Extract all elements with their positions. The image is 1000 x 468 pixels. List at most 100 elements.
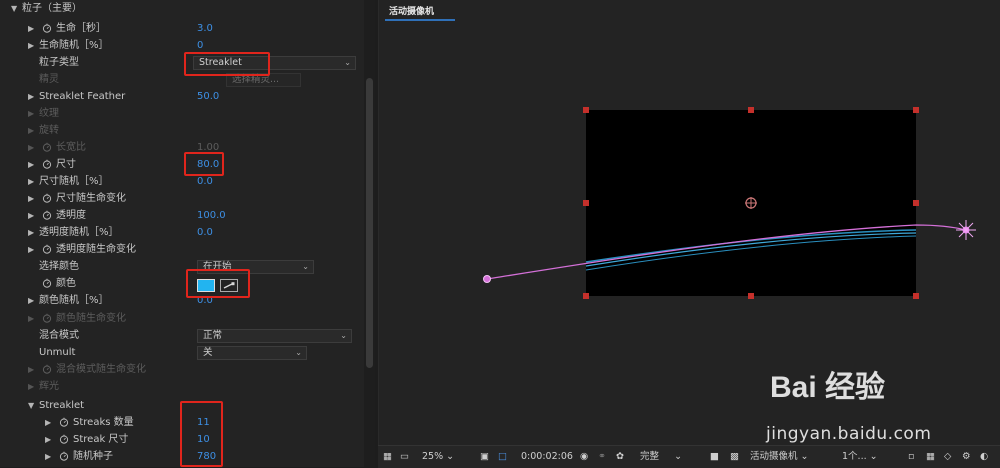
property-row[interactable]: ▶ 透明度 100.0 xyxy=(0,207,360,224)
property-value[interactable]: 0 xyxy=(197,37,203,54)
viewer-canvas[interactable] xyxy=(379,0,1000,445)
eyedropper-button[interactable] xyxy=(220,279,238,292)
stopwatch-icon[interactable] xyxy=(42,23,52,33)
stopwatch-icon[interactable] xyxy=(59,417,69,427)
stopwatch-icon[interactable] xyxy=(42,193,52,203)
property-row[interactable]: ▶ 混合模式随生命变化 xyxy=(0,361,360,378)
settings-icon[interactable]: ⚙ xyxy=(962,446,971,468)
expand-triangle-closed-icon[interactable]: ▶ xyxy=(28,241,34,258)
stopwatch-icon[interactable] xyxy=(42,210,52,220)
expand-triangle-closed-icon[interactable]: ▶ xyxy=(28,88,34,105)
region-of-interest-icon[interactable]: ■ xyxy=(710,446,719,468)
stopwatch-icon[interactable] xyxy=(42,244,52,254)
property-value[interactable]: 11 xyxy=(197,414,210,431)
property-row[interactable]: ▶ 尺寸 80.0 xyxy=(0,156,360,173)
resolution-dropdown[interactable]: 完整 ⌄ xyxy=(640,446,682,468)
property-row[interactable]: ▶ 旋转 xyxy=(0,122,360,139)
expand-triangle-closed-icon[interactable]: ▶ xyxy=(28,207,34,224)
property-value[interactable]: 10 xyxy=(197,431,210,448)
property-row[interactable]: ▶ 生命随机［%］ 0 xyxy=(0,37,360,54)
expand-triangle-closed-icon[interactable]: ▶ xyxy=(45,448,51,465)
timecode[interactable]: 0:00:02:06 xyxy=(521,446,573,468)
property-row[interactable]: ▶ 尺寸随机［%］ 0.0 xyxy=(0,173,360,190)
composition-viewer[interactable]: 活动摄像机 xyxy=(378,0,1000,445)
property-row[interactable]: ▶ Streak 尺寸 10 xyxy=(0,431,360,448)
scrollbar-thumb[interactable] xyxy=(366,78,373,368)
mask-visibility-icon[interactable]: □ xyxy=(498,446,507,468)
property-row[interactable]: 颜色 xyxy=(0,275,360,292)
property-row[interactable]: ▶ 生命［秒］ 3.0 xyxy=(0,20,360,37)
property-value[interactable]: 100.0 xyxy=(197,207,226,224)
expand-triangle-closed-icon[interactable]: ▶ xyxy=(28,105,34,122)
always-preview-icon[interactable]: ▦ xyxy=(383,446,392,468)
toggle-pixel-icon[interactable]: ▫ xyxy=(908,446,914,468)
emitter-star-icon[interactable] xyxy=(956,220,976,240)
expand-triangle-closed-icon[interactable]: ▶ xyxy=(45,414,51,431)
choose-sprite-button[interactable]: 选择精灵... xyxy=(226,73,301,87)
expand-triangle-closed-icon[interactable]: ▶ xyxy=(28,361,34,378)
property-row[interactable]: ▶ Streaks 数量 11 xyxy=(0,414,360,431)
property-row[interactable]: ▼ Streaklet xyxy=(0,397,360,414)
expand-triangle-closed-icon[interactable]: ▶ xyxy=(28,224,34,241)
property-value[interactable]: 0.0 xyxy=(197,173,213,190)
property-value[interactable]: 50.0 xyxy=(197,88,219,105)
camera-dropdown[interactable]: 活动摄像机 ⌄ xyxy=(750,446,809,468)
stopwatch-icon[interactable] xyxy=(42,159,52,169)
expand-triangle-closed-icon[interactable]: ▶ xyxy=(28,156,34,173)
3d-render-icon[interactable]: ◇ xyxy=(944,446,951,468)
property-row[interactable]: ▶ 纹理 xyxy=(0,105,360,122)
particle-type-dropdown[interactable]: Streaklet ⌄ xyxy=(193,56,356,70)
property-row[interactable]: ▶ 颜色随机［%］ 0.0 xyxy=(0,292,360,309)
property-value[interactable]: 780 xyxy=(197,448,216,465)
expand-triangle-open-icon[interactable]: ▼ xyxy=(28,397,34,414)
views-dropdown[interactable]: 1个... ⌄ xyxy=(842,446,878,468)
zoom-dropdown[interactable]: 25% ⌄ xyxy=(422,446,454,468)
stopwatch-icon[interactable] xyxy=(59,434,69,444)
path-start-point[interactable] xyxy=(483,275,491,283)
transparency-grid-icon[interactable]: ▩ xyxy=(730,446,739,468)
color-swatch[interactable] xyxy=(197,279,215,292)
expand-triangle-closed-icon[interactable]: ▶ xyxy=(28,190,34,207)
expand-triangle-closed-icon[interactable]: ▶ xyxy=(28,173,34,190)
property-value[interactable]: 1.00 xyxy=(197,139,219,156)
expand-triangle-open-icon[interactable]: ▼ xyxy=(11,0,17,17)
property-row[interactable]: ▶ 颜色随生命变化 xyxy=(0,310,360,327)
expand-triangle-closed-icon[interactable]: ▶ xyxy=(28,310,34,327)
stopwatch-icon[interactable] xyxy=(42,278,52,288)
expand-triangle-closed-icon[interactable]: ▶ xyxy=(28,378,34,395)
exposure-icon[interactable]: ◐ xyxy=(980,446,988,468)
show-snapshot-icon[interactable]: ⚭ xyxy=(598,446,606,468)
expand-triangle-closed-icon[interactable]: ▶ xyxy=(28,37,34,54)
expand-triangle-closed-icon[interactable]: ▶ xyxy=(28,20,34,37)
grid-icon[interactable]: ▦ xyxy=(926,446,935,468)
camera-snapshot-icon[interactable]: ◉ xyxy=(580,446,588,468)
property-value[interactable]: 80.0 xyxy=(197,156,219,173)
expand-triangle-closed-icon[interactable]: ▶ xyxy=(28,292,34,309)
property-value[interactable]: 0.0 xyxy=(197,224,213,241)
title-safe-icon[interactable]: ▣ xyxy=(480,446,489,468)
property-row[interactable]: 精灵 xyxy=(0,71,360,88)
blend-mode-dropdown[interactable]: 正常 ⌄ xyxy=(197,329,352,343)
property-value[interactable]: 3.0 xyxy=(197,20,213,37)
property-row[interactable]: ▶ 长宽比 1.00 xyxy=(0,139,360,156)
stopwatch-icon[interactable] xyxy=(42,313,52,323)
stopwatch-icon[interactable] xyxy=(42,142,52,152)
property-row[interactable]: ▶ 透明度随机［%］ 0.0 xyxy=(0,224,360,241)
unmult-dropdown[interactable]: 关 ⌄ xyxy=(197,346,307,360)
property-row[interactable]: ▶ Streaklet Feather 50.0 xyxy=(0,88,360,105)
select-color-dropdown[interactable]: 在开始 ⌄ xyxy=(197,260,314,274)
stopwatch-icon[interactable] xyxy=(59,451,69,461)
monitor-icon[interactable]: ▭ xyxy=(400,446,409,468)
property-value[interactable]: 0.0 xyxy=(197,292,213,309)
property-row[interactable]: ▶ 随机种子 780 xyxy=(0,448,360,465)
property-row[interactable]: ▶ 透明度随生命变化 xyxy=(0,241,360,258)
effects-scrollbar[interactable] xyxy=(364,0,375,467)
property-row[interactable]: ▶ 尺寸随生命变化 xyxy=(0,190,360,207)
expand-triangle-closed-icon[interactable]: ▶ xyxy=(28,122,34,139)
stopwatch-icon[interactable] xyxy=(42,364,52,374)
expand-triangle-closed-icon[interactable]: ▶ xyxy=(45,431,51,448)
property-row[interactable]: ▼ 粒子（主要） xyxy=(0,0,360,17)
property-row[interactable]: ▶ 辉光 xyxy=(0,378,360,395)
expand-triangle-closed-icon[interactable]: ▶ xyxy=(28,139,34,156)
color-channels-icon[interactable]: ✿ xyxy=(616,446,624,468)
